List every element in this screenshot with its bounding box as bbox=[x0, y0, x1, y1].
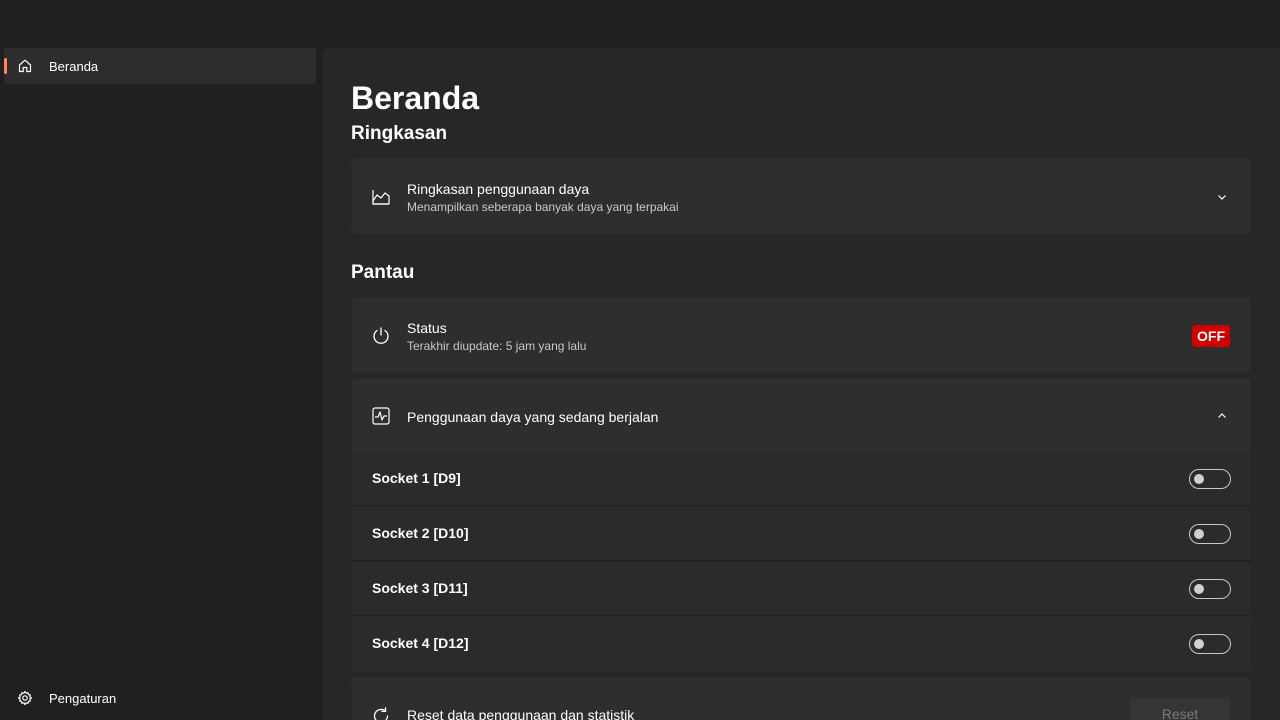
card-title: Penggunaan daya yang sedang berjalan bbox=[407, 409, 659, 425]
status-card: Status Terakhir diupdate: 5 jam yang lal… bbox=[351, 297, 1251, 373]
toggle-knob bbox=[1194, 639, 1204, 649]
chevron-down-icon[interactable] bbox=[1216, 191, 1228, 203]
socket-row: Socket 1 [D9] bbox=[351, 452, 1251, 506]
home-icon bbox=[17, 58, 33, 74]
area-chart-icon bbox=[370, 186, 392, 208]
section-title-pantau: Pantau bbox=[351, 262, 415, 283]
usage-expander[interactable]: Penggunaan daya yang sedang berjalan bbox=[351, 378, 1251, 452]
socket-toggle[interactable] bbox=[1189, 634, 1231, 654]
toggle-knob bbox=[1194, 529, 1204, 539]
chevron-up-icon[interactable] bbox=[1216, 410, 1228, 422]
card-subtitle: Menampilkan seberapa banyak daya yang te… bbox=[407, 200, 679, 214]
toggle-knob bbox=[1194, 584, 1204, 594]
socket-toggle[interactable] bbox=[1189, 524, 1231, 544]
navigation-pane: Beranda Pengaturan bbox=[0, 48, 320, 720]
card-title: Ringkasan penggunaan daya bbox=[407, 181, 590, 197]
nav-item-beranda[interactable]: Beranda bbox=[4, 48, 316, 84]
title-bar bbox=[0, 0, 1280, 48]
activity-monitor-icon bbox=[370, 405, 392, 427]
nav-item-pengaturan[interactable]: Pengaturan bbox=[4, 680, 316, 716]
socket-label: Socket 2 [D10] bbox=[372, 525, 469, 541]
summary-expander[interactable]: Ringkasan penggunaan daya Menampilkan se… bbox=[351, 158, 1251, 234]
toggle-knob bbox=[1194, 474, 1204, 484]
power-icon bbox=[370, 325, 392, 347]
socket-toggle[interactable] bbox=[1189, 579, 1231, 599]
refresh-icon bbox=[370, 705, 392, 720]
socket-row: Socket 3 [D11] bbox=[351, 562, 1251, 616]
socket-label: Socket 4 [D12] bbox=[372, 635, 469, 651]
reset-button[interactable]: Reset bbox=[1130, 698, 1230, 720]
socket-row: Socket 2 [D10] bbox=[351, 507, 1251, 561]
card-subtitle: Terakhir diupdate: 5 jam yang lalu bbox=[407, 339, 587, 353]
card-title: Reset data penggunaan dan statistik bbox=[407, 707, 635, 720]
reset-card: Reset data penggunaan dan statistik Rese… bbox=[351, 677, 1251, 720]
gear-icon bbox=[17, 690, 33, 706]
nav-item-label: Beranda bbox=[49, 59, 99, 74]
socket-row: Socket 4 [D12] bbox=[351, 617, 1251, 671]
nav-item-label: Pengaturan bbox=[49, 691, 117, 706]
card-title: Status bbox=[407, 320, 447, 336]
socket-toggle[interactable] bbox=[1189, 469, 1231, 489]
status-badge: OFF bbox=[1192, 325, 1230, 347]
selection-indicator bbox=[4, 58, 7, 74]
section-title-ringkasan: Ringkasan bbox=[351, 123, 448, 144]
socket-label: Socket 3 [D11] bbox=[372, 580, 468, 596]
socket-label: Socket 1 [D9] bbox=[372, 470, 461, 486]
main-content: Beranda Ringkasan Ringkasan penggunaan d… bbox=[322, 48, 1280, 720]
page-title: Beranda bbox=[351, 80, 480, 116]
